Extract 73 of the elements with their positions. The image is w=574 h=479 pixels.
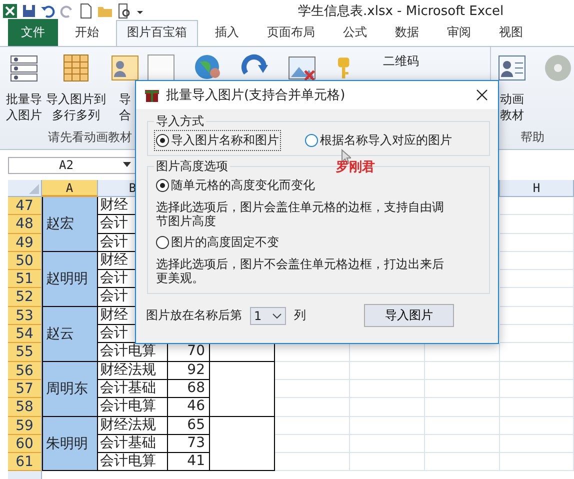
table-cell: 会计基础	[98, 380, 168, 398]
row-header[interactable]: 61	[8, 453, 42, 472]
table-cell: 46	[168, 398, 210, 417]
print-preview-icon[interactable]	[116, 2, 132, 18]
row-header[interactable]: 58	[8, 398, 42, 417]
name-cell: 赵云	[42, 306, 98, 362]
chevron-icon	[272, 312, 282, 318]
group-legend: 图片高度选项	[154, 158, 230, 175]
ribbon-button[interactable]: 导入图片到 多行多列	[44, 53, 108, 123]
row-header[interactable]: 60	[8, 434, 42, 454]
name-cell: 赵明明	[42, 252, 98, 307]
new-file-icon[interactable]	[78, 2, 94, 18]
ribbon-button[interactable]: 批量导 入图片	[4, 53, 44, 123]
name-cell: 朱明明	[42, 416, 98, 472]
table-cell: 65	[168, 416, 210, 435]
ribbon-tab[interactable]: 数据	[384, 20, 430, 46]
window-title: 学生信息表.xlsx - Microsoft Excel	[298, 2, 504, 20]
row-header[interactable]: 57	[8, 380, 42, 398]
annotation: 罗刚君	[336, 159, 375, 176]
column-header[interactable]: H	[500, 180, 574, 197]
dialog-title: 批量导入图片(支持合并单元格)	[166, 87, 346, 104]
frame-icon[interactable]	[146, 53, 176, 83]
dropdown-icon[interactable]	[123, 162, 131, 168]
table-cell: 财经法规	[98, 362, 168, 380]
table-cell: 会计电算	[98, 398, 168, 417]
table-cell: 73	[168, 434, 210, 454]
name-cell: 赵宏	[42, 197, 98, 252]
group-legend: 导入方式	[154, 113, 206, 130]
row-header[interactable]: 55	[8, 343, 42, 362]
ribbon-label: 二维码	[383, 53, 419, 70]
name-box[interactable]: A2	[8, 156, 136, 174]
table-cell: 92	[168, 362, 210, 380]
ribbon-tab[interactable]: 公式	[332, 20, 378, 46]
ribbon-tab[interactable]: 视图	[488, 20, 534, 46]
gift-box-icon	[144, 87, 160, 103]
table-cell: 财经法规	[98, 416, 168, 435]
person-card-icon	[110, 53, 140, 83]
row-header[interactable]: 50	[8, 252, 42, 270]
list-icon	[9, 53, 39, 83]
column-header[interactable]: A	[42, 180, 98, 197]
column-select[interactable]: 1	[250, 306, 286, 324]
import-button[interactable]: 导入图片	[364, 304, 454, 327]
row-header[interactable]: 59	[8, 416, 42, 435]
row-header[interactable]: 54	[8, 325, 42, 344]
table-cell: 41	[168, 453, 210, 472]
group-label: 帮助	[520, 129, 544, 146]
ribbon-tab[interactable]: 插入	[204, 20, 250, 46]
ribbon-tab[interactable]: 审阅	[436, 20, 482, 46]
close-icon[interactable]	[476, 89, 488, 101]
empty-cell	[210, 362, 275, 417]
group-label: 请先看动画教材	[48, 129, 132, 146]
radio-option[interactable]: 导入图片名称和图片	[154, 130, 281, 151]
excel-icon[interactable]	[2, 2, 18, 18]
row-header[interactable]: 48	[8, 215, 42, 234]
table-cell: 会计电算	[98, 453, 168, 472]
save-icon[interactable]	[21, 2, 37, 18]
row-header[interactable]: 47	[8, 197, 42, 216]
row-header[interactable]: 53	[8, 306, 42, 326]
grid-icon	[61, 53, 91, 83]
table-cell: 会计基础	[98, 434, 168, 454]
row-header[interactable]: 52	[8, 288, 42, 307]
ribbon-tab[interactable]: 图片百宝箱	[116, 20, 198, 46]
empty-cell	[210, 416, 275, 472]
ribbon-tab[interactable]: 文件	[8, 19, 58, 46]
table-cell: 68	[168, 380, 210, 398]
column-suffix: 列	[294, 307, 306, 324]
radio-option[interactable]: 根据名称导入对应的图片	[303, 130, 454, 151]
row-header[interactable]: 56	[8, 362, 42, 380]
ribbon-tab[interactable]: 开始	[64, 20, 110, 46]
row-header[interactable]: 49	[8, 234, 42, 252]
ribbon-tab[interactable]: 页面布局	[256, 20, 326, 46]
name-cell: 周明东	[42, 362, 98, 417]
row-header[interactable]: 51	[8, 270, 42, 288]
